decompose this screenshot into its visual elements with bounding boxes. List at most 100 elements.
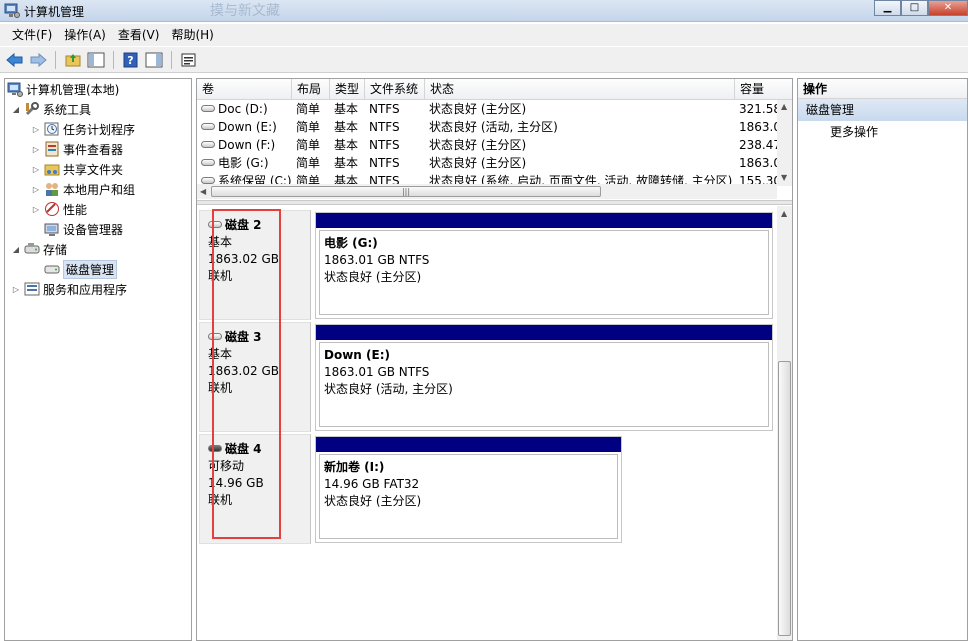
partition-bar <box>316 437 621 452</box>
partition[interactable]: 电影 (G:) 1863.01 GB NTFS 状态良好 (主分区) <box>315 212 773 319</box>
tree-item-services[interactable]: ▷ 服务和应用程序 <box>11 280 127 298</box>
table-row[interactable]: Doc (D:) 简单 基本 NTFS 状态良好 (主分区) 321.58 <box>197 100 777 118</box>
menu-action[interactable]: 操作(A) <box>58 24 112 46</box>
disk-info[interactable]: 磁盘 2 基本 1863.02 GB 联机 <box>199 210 311 320</box>
disk-info[interactable]: 磁盘 3 基本 1863.02 GB 联机 <box>199 322 311 432</box>
disk-map: 磁盘 2 基本 1863.02 GB 联机 电影 (G:) 1863.01 GB… <box>197 206 777 640</box>
disk-management-icon <box>44 265 60 274</box>
action-pane-title: 操作 <box>798 79 967 99</box>
disk-size: 1863.02 GB <box>208 364 279 378</box>
show-hide-tree-button[interactable] <box>86 50 106 70</box>
tree-item-label: 存储 <box>43 242 68 257</box>
volume-icon <box>201 159 215 166</box>
properties-button[interactable] <box>179 50 199 70</box>
clock-icon <box>44 122 59 136</box>
column-header-status[interactable]: 状态 <box>425 79 735 99</box>
tree-item-label: 服务和应用程序 <box>43 282 128 297</box>
tree-item-label: 事件查看器 <box>63 142 124 157</box>
volume-icon <box>201 141 215 148</box>
tree-item-label: 磁盘管理 <box>63 259 118 279</box>
scroll-up-icon[interactable]: ▲ <box>781 102 787 111</box>
column-header-type[interactable]: 类型 <box>330 79 365 99</box>
collapse-arrow-icon[interactable]: ◢ <box>11 245 21 254</box>
partition[interactable]: 新加卷 (I:) 14.96 GB FAT32 状态良好 (主分区) <box>315 436 622 543</box>
close-button[interactable]: ✕ <box>928 0 968 16</box>
maximize-button[interactable]: □ <box>901 0 928 16</box>
volume-list-horizontal-scrollbar[interactable]: ◀ ||| <box>197 184 777 199</box>
expand-arrow-icon[interactable]: ▷ <box>31 165 41 174</box>
more-actions-link[interactable]: 更多操作 <box>798 121 967 143</box>
expand-arrow-icon[interactable]: ▷ <box>31 205 41 214</box>
folder-up-icon <box>65 53 81 66</box>
up-level-button[interactable] <box>63 50 83 70</box>
tree-item-disk-management[interactable]: 磁盘管理 <box>44 259 118 279</box>
disk-info[interactable]: 磁盘 4 可移动 14.96 GB 联机 <box>199 434 311 544</box>
tree-item-performance[interactable]: ▷ 性能 <box>31 200 87 218</box>
scrollbar-thumb[interactable]: ||| <box>211 186 601 197</box>
scroll-up-icon[interactable]: ▲ <box>781 209 787 218</box>
partition-name: 新加卷 (I:) <box>324 460 385 474</box>
menu-file[interactable]: 文件(F) <box>6 24 58 46</box>
table-row[interactable]: 电影 (G:) 简单 基本 NTFS 状态良好 (主分区) 1863.01 <box>197 154 777 172</box>
table-row[interactable]: Down (F:) 简单 基本 NTFS 状态良好 (主分区) 238.47 <box>197 136 777 154</box>
disk-size: 1863.02 GB <box>208 252 279 266</box>
toolbar-separator <box>55 50 56 69</box>
tree-item-device-manager[interactable]: 设备管理器 <box>44 220 123 238</box>
scroll-left-icon[interactable]: ◀ <box>200 187 206 196</box>
disk-name: 磁盘 3 <box>225 330 262 344</box>
disk-state: 联机 <box>208 381 233 395</box>
pane-splitter[interactable] <box>197 200 792 205</box>
action-pane-icon <box>145 52 163 67</box>
expand-arrow-icon[interactable]: ▷ <box>31 145 41 154</box>
partition-name: Down (E:) <box>324 348 390 362</box>
tree-item-task-scheduler[interactable]: ▷ 任务计划程序 <box>31 120 135 138</box>
menu-view[interactable]: 查看(V) <box>112 24 166 46</box>
tree-item-shared-folders[interactable]: ▷ 共享文件夹 <box>31 160 123 178</box>
volume-table-header: 卷 布局 类型 文件系统 状态 容量 <box>197 79 792 100</box>
expand-arrow-icon[interactable]: ▷ <box>31 125 41 134</box>
partition-status: 状态良好 (主分区) <box>324 270 422 284</box>
show-action-pane-button[interactable] <box>144 50 164 70</box>
properties-icon <box>181 53 196 66</box>
hard-disk-icon <box>208 221 222 228</box>
window-title: 计算机管理 <box>24 5 85 19</box>
forward-button[interactable] <box>28 50 48 70</box>
column-header-capacity[interactable]: 容量 <box>735 79 792 99</box>
removable-disk-icon <box>208 445 222 452</box>
table-row[interactable]: Down (E:) 简单 基本 NTFS 状态良好 (活动, 主分区) 1863… <box>197 118 777 136</box>
tree-item-storage[interactable]: ◢ 存储 <box>11 240 67 258</box>
tree-item-local-users[interactable]: ▷ 本地用户和组 <box>31 180 135 198</box>
disk-kind: 基本 <box>208 235 233 249</box>
column-header-layout[interactable]: 布局 <box>292 79 330 99</box>
shared-folder-icon <box>44 164 60 176</box>
tree-item-event-viewer[interactable]: ▷ 事件查看器 <box>31 140 123 158</box>
tree-item-system-tools[interactable]: ◢ 系统工具 <box>11 100 91 118</box>
title-bar: 计算机管理 摸与新文藏 ▁ □ ✕ <box>0 0 968 22</box>
menu-help[interactable]: 帮助(H) <box>165 24 219 46</box>
volume-list-vertical-scrollbar[interactable]: ▲ ▼ <box>777 100 792 186</box>
action-section-disk-management[interactable]: 磁盘管理 <box>798 99 967 121</box>
scrollbar-thumb[interactable] <box>778 361 791 636</box>
expand-arrow-icon[interactable]: ▷ <box>31 185 41 194</box>
column-header-filesystem[interactable]: 文件系统 <box>365 79 425 99</box>
back-button[interactable] <box>5 50 25 70</box>
svg-text:?: ? <box>127 54 133 67</box>
device-manager-icon <box>44 223 59 236</box>
help-button[interactable]: ? <box>121 50 141 70</box>
event-viewer-icon <box>45 141 59 157</box>
disk-name: 磁盘 2 <box>225 218 262 232</box>
tree-item-label: 系统工具 <box>43 102 92 117</box>
forward-arrow-icon <box>30 52 47 67</box>
volume-list: Doc (D:) 简单 基本 NTFS 状态良好 (主分区) 321.58 Do… <box>197 100 777 186</box>
tree-item-computer-management[interactable]: 计算机管理(本地) <box>7 80 119 98</box>
expand-arrow-icon[interactable]: ▷ <box>11 285 21 294</box>
background-window-text: 摸与新文藏 <box>210 3 280 19</box>
collapse-arrow-icon[interactable]: ◢ <box>11 105 21 114</box>
partition[interactable]: Down (E:) 1863.01 GB NTFS 状态良好 (活动, 主分区) <box>315 324 773 431</box>
scroll-down-icon[interactable]: ▼ <box>781 173 787 182</box>
column-header-volume[interactable]: 卷 <box>197 79 292 99</box>
partition-bar <box>316 325 772 340</box>
volume-icon <box>201 177 215 184</box>
minimize-button[interactable]: ▁ <box>874 0 901 16</box>
disk-map-vertical-scrollbar[interactable]: ▲ <box>777 206 792 640</box>
